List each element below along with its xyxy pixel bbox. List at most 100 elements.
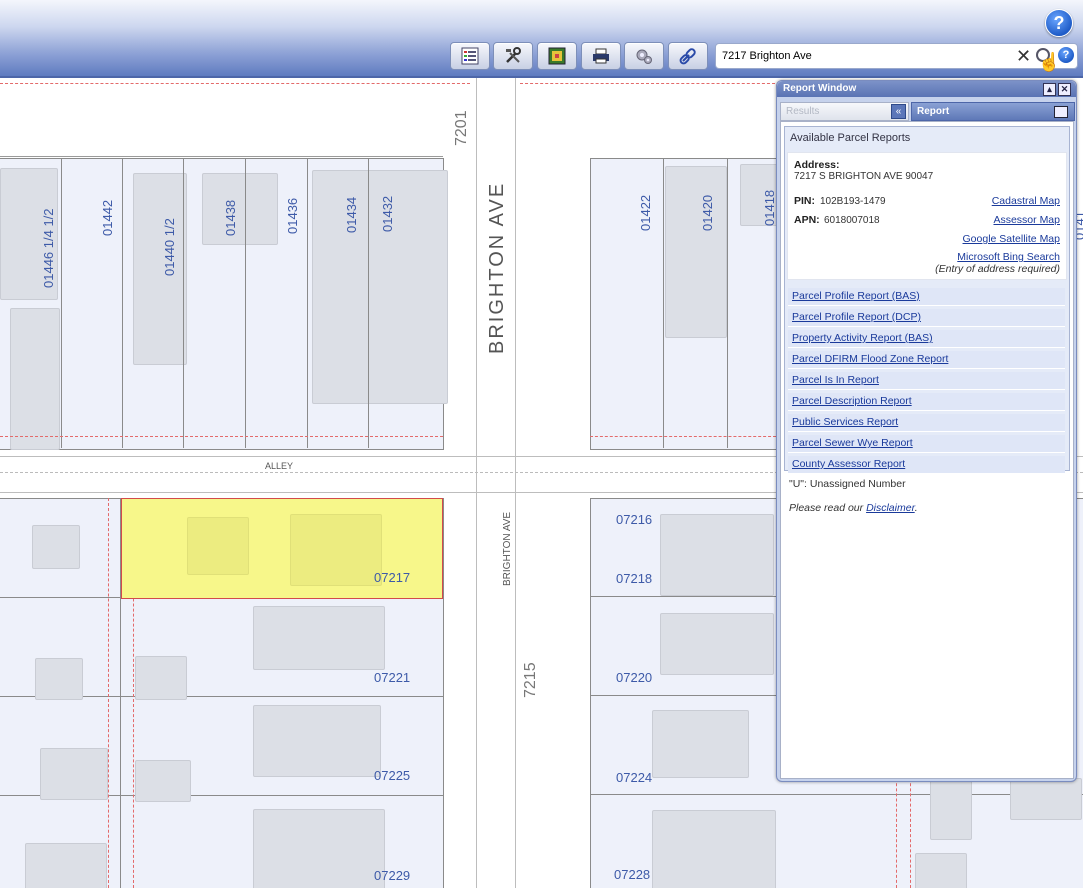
- report-link-item[interactable]: Parcel Description Report: [788, 393, 1065, 411]
- lot-number: 07221: [374, 670, 411, 685]
- parcel-boundary: [896, 768, 897, 888]
- building: [253, 606, 385, 670]
- tab-report-label: Report: [917, 106, 950, 117]
- apn-label: APN:: [794, 214, 820, 226]
- report-link[interactable]: Public Services Report: [792, 416, 898, 428]
- address-label: 7201: [453, 110, 470, 146]
- building: [930, 778, 972, 840]
- tab-results[interactable]: Results: [780, 102, 909, 121]
- report-link-item[interactable]: Parcel Is In Report: [788, 372, 1065, 390]
- report-link[interactable]: Parcel Sewer Wye Report: [792, 437, 913, 449]
- street-edge: [515, 78, 516, 888]
- lot-number: 01438: [223, 199, 238, 236]
- lot-number: 07216: [616, 512, 653, 527]
- available-reports-panel: Available Parcel Reports Address: 7217 S…: [784, 126, 1070, 474]
- maximize-icon[interactable]: ▴: [1043, 83, 1056, 96]
- search-box: ✕ ?: [715, 43, 1078, 69]
- help-icon[interactable]: ?: [1045, 9, 1073, 37]
- collapse-icon[interactable]: «: [891, 104, 906, 119]
- address-value: 7217 S BRIGHTON AVE 90047: [794, 171, 934, 182]
- close-icon[interactable]: ✕: [1058, 83, 1071, 96]
- assessor-map-link[interactable]: Assessor Map: [993, 214, 1060, 226]
- pin-label: PIN:: [794, 195, 815, 207]
- report-link[interactable]: Parcel Profile Report (BAS): [792, 290, 920, 302]
- report-window-title: Report Window: [783, 83, 857, 94]
- report-link[interactable]: County Assessor Report: [792, 458, 905, 470]
- lot-number: 01440 1/2: [162, 218, 177, 276]
- report-link-item[interactable]: Parcel DFIRM Flood Zone Report: [788, 351, 1065, 369]
- building: [660, 613, 774, 675]
- lot-number: 01432: [380, 195, 395, 232]
- report-link[interactable]: Parcel Description Report: [792, 395, 912, 407]
- gears-icon: [636, 49, 652, 64]
- available-reports-heading: Available Parcel Reports: [790, 132, 911, 144]
- link-icon: [679, 48, 696, 65]
- settings-button[interactable]: [624, 42, 664, 70]
- building: [187, 517, 249, 575]
- street-label: BRIGHTON AVE: [502, 511, 513, 586]
- disclaimer-link[interactable]: Disclaimer: [866, 502, 915, 514]
- building: [202, 173, 278, 245]
- lot-number: 07228: [614, 867, 651, 882]
- report-link-item[interactable]: Parcel Profile Report (DCP): [788, 309, 1065, 327]
- tab-report[interactable]: Report: [911, 102, 1075, 121]
- address-label: 7215: [522, 662, 539, 698]
- parcel-boundary: [910, 768, 911, 888]
- report-body: Available Parcel Reports Address: 7217 S…: [780, 121, 1074, 779]
- parcel-boundary: [108, 498, 109, 888]
- lot-line: [590, 695, 790, 696]
- lot-number: 01442: [100, 199, 115, 236]
- disclaimer-note: Please read our Disclaimer.: [789, 502, 918, 514]
- building: [660, 514, 774, 596]
- report-link[interactable]: Property Activity Report (BAS): [792, 332, 933, 344]
- street-edge: [476, 78, 477, 888]
- search-input[interactable]: [720, 47, 1014, 65]
- lot-number: 01422: [638, 194, 653, 231]
- link-button[interactable]: [668, 42, 708, 70]
- bing-search-link[interactable]: Microsoft Bing Search: [957, 251, 1060, 263]
- clear-search-icon[interactable]: ✕: [1016, 45, 1031, 67]
- bing-note: (Entry of address required): [935, 263, 1060, 275]
- printer-icon[interactable]: [1054, 106, 1068, 118]
- lot-number: 07229: [374, 868, 411, 883]
- parcel-info: Address: 7217 S BRIGHTON AVE 90047 PIN: …: [787, 152, 1067, 280]
- report-link[interactable]: Parcel Is In Report: [792, 374, 879, 386]
- google-satellite-link[interactable]: Google Satellite Map: [963, 233, 1060, 245]
- building: [25, 843, 107, 888]
- legend-button[interactable]: [450, 42, 490, 70]
- lot-number: 01436: [285, 197, 300, 234]
- report-link-item[interactable]: Parcel Sewer Wye Report: [788, 435, 1065, 453]
- building: [10, 308, 60, 450]
- alley-label: ALLEY: [265, 461, 294, 471]
- parcel-boundary: [0, 83, 470, 84]
- tools-button[interactable]: [493, 42, 533, 70]
- layers-button[interactable]: [537, 42, 577, 70]
- report-link[interactable]: Parcel Profile Report (DCP): [792, 311, 921, 323]
- report-link-item[interactable]: Parcel Profile Report (BAS): [788, 288, 1065, 306]
- lot-line: [663, 158, 664, 448]
- parcel-boundary: [0, 436, 443, 437]
- lot-line: [727, 158, 728, 448]
- app-header: ? ✕ ? ☝: [0, 0, 1083, 78]
- print-button[interactable]: [581, 42, 621, 70]
- building: [135, 656, 187, 700]
- disclaimer-prefix: Please read our: [789, 502, 867, 514]
- lot-number: 07224: [616, 770, 653, 785]
- report-link-item[interactable]: Public Services Report: [788, 414, 1065, 432]
- report-link-item[interactable]: Property Activity Report (BAS): [788, 330, 1065, 348]
- parcel-boundary: [590, 436, 776, 437]
- building: [290, 514, 382, 586]
- report-link-item[interactable]: County Assessor Report: [788, 456, 1065, 474]
- building: [32, 525, 80, 569]
- lot-line: [245, 158, 246, 448]
- lot-number: 07225: [374, 768, 411, 783]
- lot-number: 01420: [700, 194, 715, 231]
- list-icon: [461, 47, 479, 65]
- building: [253, 809, 385, 888]
- cadastral-map-link[interactable]: Cadastral Map: [992, 195, 1060, 207]
- report-link[interactable]: Parcel DFIRM Flood Zone Report: [792, 353, 948, 365]
- lot-line: [61, 158, 62, 448]
- report-window: Report Window ▴ ✕ Results « Report Avail…: [776, 80, 1077, 782]
- address-label: Address:: [794, 159, 840, 171]
- report-window-titlebar[interactable]: Report Window ▴ ✕: [777, 81, 1076, 97]
